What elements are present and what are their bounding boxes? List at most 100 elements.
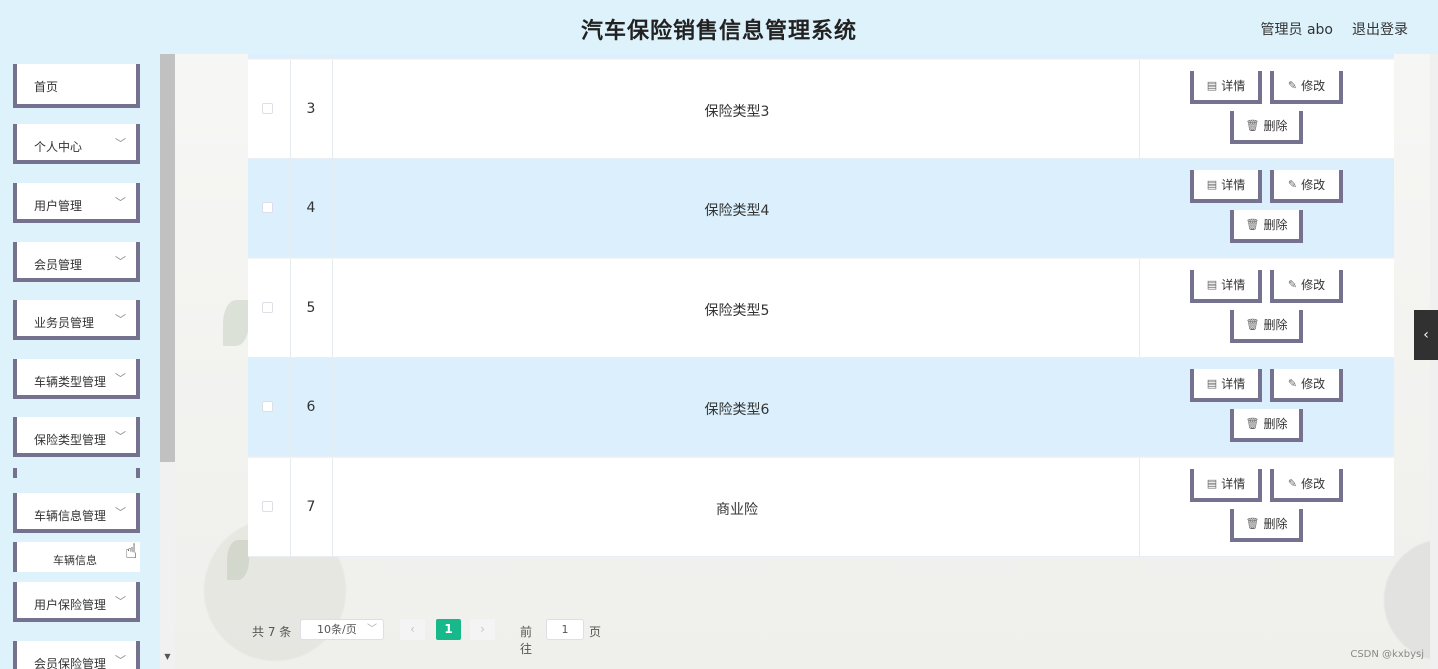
insurance-type-name: 保险类型4 — [704, 203, 770, 220]
page-size-select[interactable]: 10条/页 ﹀ — [300, 619, 384, 640]
delete-button[interactable]: 🗑删除 — [1230, 509, 1303, 542]
scroll-down-arrow-icon[interactable]: ▼ — [160, 648, 175, 666]
document-icon: ▤ — [1206, 277, 1218, 291]
row-checkbox[interactable] — [262, 401, 273, 413]
row-checkbox[interactable] — [262, 501, 273, 512]
row-checkbox[interactable] — [262, 202, 273, 214]
delete-button[interactable]: 🗑删除 — [1230, 110, 1303, 144]
trash-icon: 🗑 — [1245, 218, 1260, 232]
delete-button-label: 删除 — [1263, 317, 1288, 332]
detail-button-label: 详情 — [1221, 78, 1246, 93]
pencil-icon: ✎ — [1287, 78, 1298, 92]
sidebar-item-users[interactable]: 用户管理 ﹀ — [13, 183, 140, 223]
column-divider — [332, 458, 333, 556]
row-index: 3 — [306, 100, 316, 117]
sidebar-item-salesmen[interactable]: 业务员管理 ﹀ — [13, 300, 140, 340]
sidebar-item-label: 会员管理 — [34, 258, 83, 272]
collapse-panel-button[interactable]: ‹ — [1414, 310, 1438, 360]
row-checkbox[interactable] — [262, 102, 273, 114]
page-size-value: 10条/页 — [317, 623, 357, 636]
leaf-decoration — [223, 300, 249, 346]
sidebar-item-label: 用户保险管理 — [34, 598, 107, 612]
sidebar-item-home[interactable]: 首页 — [13, 64, 140, 108]
row-index: 4 — [306, 200, 316, 217]
document-icon: ▤ — [1206, 377, 1218, 391]
table-row: 6 保险类型6 ▤ 详情 ✎ 修改 🗑 删除 — [248, 358, 1394, 458]
sidebar-item-members[interactable]: 会员管理 ﹀ — [13, 242, 140, 282]
delete-button[interactable]: 🗑删除 — [1230, 309, 1303, 343]
row-checkbox[interactable] — [262, 301, 273, 313]
edit-button-label: 修改 — [1301, 178, 1326, 193]
delete-button-label: 删除 — [1263, 218, 1288, 233]
detail-button[interactable]: ▤ 详情 — [1190, 70, 1262, 104]
chevron-down-icon: ﹀ — [115, 506, 126, 519]
chevron-down-icon: ﹀ — [115, 372, 126, 385]
chevron-down-icon: ﹀ — [115, 196, 126, 209]
sidebar-item-user-insurance[interactable]: 用户保险管理 ﹀ — [13, 582, 140, 622]
detail-button[interactable]: ▤ 详情 — [1190, 269, 1262, 303]
pencil-icon: ✎ — [1287, 377, 1298, 391]
top-header: 汽车保险销售信息管理系统 管理员 abo 退出登录 — [0, 0, 1438, 54]
trash-icon: 🗑 — [1245, 517, 1260, 530]
trash-icon: 🗑 — [1245, 417, 1260, 431]
insurance-type-name: 保险类型5 — [704, 302, 770, 319]
sidebar: 首页 个人中心 ﹀ 用户管理 ﹀ 会员管理 ﹀ 业务员管理 ﹀ 车辆类型管理 ﹀… — [0, 54, 160, 669]
sidebar-item-label: 首页 — [34, 80, 59, 94]
chevron-down-icon: ﹀ — [115, 137, 126, 150]
detail-button[interactable]: ▤ 详情 — [1190, 369, 1262, 403]
sidebar-item-vehicle-types[interactable]: 车辆类型管理 ﹀ — [13, 359, 140, 399]
delete-button[interactable]: 🗑删除 — [1230, 409, 1303, 443]
column-divider — [332, 258, 333, 357]
sidebar-item-vehicle-info[interactable]: 车辆信息管理 ﹀ — [13, 493, 140, 533]
table-row: 4 保险类型4 ▤ 详情 ✎ 修改 🗑 删除 — [248, 159, 1394, 259]
detail-button-label: 详情 — [1221, 477, 1246, 491]
chevron-down-icon: ﹀ — [115, 654, 126, 667]
edit-button-label: 修改 — [1301, 477, 1326, 491]
row-index: 5 — [306, 299, 316, 316]
pagination-total: 共 7 条 — [252, 625, 292, 639]
detail-button[interactable]: ▤ 详情 — [1190, 469, 1262, 502]
row-index: 6 — [306, 399, 316, 416]
edit-button-label: 修改 — [1301, 377, 1326, 392]
edit-button[interactable]: ✎ 修改 — [1270, 469, 1343, 502]
chevron-down-icon: ﹀ — [115, 313, 126, 326]
edit-button[interactable]: ✎ 修改 — [1270, 170, 1343, 204]
edit-button[interactable]: ✎ 修改 — [1270, 269, 1343, 303]
sidebar-item-insurance-types[interactable]: 保险类型管理 ﹀ — [13, 417, 140, 457]
table-row: 7 商业险 ▤ 详情 ✎ 修改 🗑 删除 — [248, 458, 1394, 557]
page-scrollbar[interactable] — [1430, 54, 1438, 669]
delete-button-label: 删除 — [1263, 517, 1288, 531]
sidebar-divider — [13, 468, 140, 478]
page-number-current[interactable]: 1 — [436, 619, 461, 640]
detail-button[interactable]: ▤ 详情 — [1190, 170, 1262, 204]
submenu-item-vehicle-info[interactable]: 车辆信息 — [13, 542, 140, 572]
chevron-down-icon: ﹀ — [115, 595, 126, 608]
logout-link[interactable]: 退出登录 — [1352, 19, 1408, 39]
app-title: 汽车保险销售信息管理系统 — [580, 19, 857, 44]
watermark: CSDN @kxbysj — [1350, 649, 1424, 660]
sidebar-item-member-insurance[interactable]: 会员保险管理 ﹀ — [13, 641, 140, 669]
delete-button[interactable]: 🗑删除 — [1230, 210, 1303, 244]
edit-button-label: 修改 — [1301, 277, 1326, 292]
sidebar-item-label: 车辆信息管理 — [34, 509, 107, 523]
sidebar-scroll-thumb[interactable] — [160, 54, 175, 462]
trash-icon: 🗑 — [1245, 118, 1260, 132]
goto-label: 前往 — [520, 625, 533, 656]
next-page-button[interactable]: › — [470, 619, 495, 640]
edit-button[interactable]: ✎ 修改 — [1270, 70, 1343, 104]
document-icon: ▤ — [1206, 78, 1218, 92]
sidebar-item-label: 用户管理 — [34, 199, 83, 213]
edit-button[interactable]: ✎ 修改 — [1270, 369, 1343, 403]
document-icon: ▤ — [1206, 477, 1218, 490]
chevron-down-icon: ﹀ — [367, 624, 377, 635]
goto-page-input[interactable]: 1 — [546, 619, 584, 640]
prev-page-button[interactable]: ‹ — [400, 619, 425, 640]
sidebar-item-label: 个人中心 — [34, 140, 83, 154]
leaf-decoration — [227, 540, 249, 580]
insurance-type-name: 保险类型6 — [704, 402, 770, 419]
chevron-down-icon: ﹀ — [115, 430, 126, 443]
sidebar-item-label: 业务员管理 — [34, 316, 95, 330]
sidebar-item-label: 会员保险管理 — [34, 657, 107, 669]
trash-icon: 🗑 — [1245, 317, 1260, 331]
sidebar-item-profile[interactable]: 个人中心 ﹀ — [13, 124, 140, 164]
